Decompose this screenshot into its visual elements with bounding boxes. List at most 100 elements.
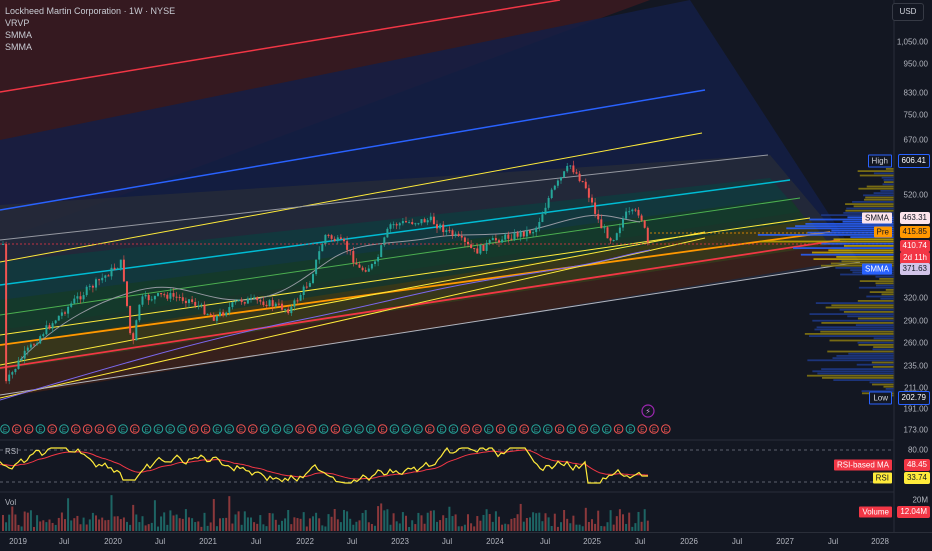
volume-profile-row (875, 275, 894, 278)
volume-bar (538, 512, 541, 531)
candle-body (581, 181, 584, 183)
volume-bar (79, 524, 82, 531)
volume-bar (14, 514, 17, 531)
volume-profile-row (885, 388, 894, 390)
earnings-marker-letter: E (62, 428, 66, 434)
volume-bar (522, 521, 525, 531)
volume-bar (622, 514, 624, 531)
candle-body (237, 299, 240, 302)
volume-bar (640, 521, 643, 531)
volume-bar (246, 517, 249, 531)
candle-body (228, 307, 231, 313)
indicator-smma-2[interactable]: SMMA (5, 41, 175, 53)
volume-tag: Volume (859, 506, 892, 518)
rsi-pane-label[interactable]: RSI (5, 447, 18, 456)
volume-bar (448, 506, 451, 531)
volume-bar (91, 512, 94, 531)
price-tick: 320.00 (903, 293, 928, 303)
candle-body (584, 181, 587, 189)
volume-profile-row (806, 374, 894, 377)
volume-bar (401, 512, 404, 531)
volume-bar (129, 524, 132, 531)
indicator-smma-1[interactable]: SMMA (5, 29, 175, 41)
earnings-marker-letter: E (74, 428, 78, 434)
volume-profile-row (857, 170, 894, 172)
volume-profile-row (859, 174, 894, 177)
candle-body (330, 235, 333, 239)
volume-bar (525, 518, 528, 531)
earnings-marker-letter: E (357, 428, 361, 434)
candle-body (476, 248, 479, 254)
volume-profile-row (821, 322, 894, 324)
candle-body (312, 274, 314, 284)
candle-body (11, 372, 14, 375)
time-axis-label: Jul (441, 537, 453, 546)
volume-bar (473, 526, 476, 531)
volume-profile-row (883, 181, 894, 183)
time-axis-label: Jul (827, 537, 839, 546)
earnings-marker-letter: E (451, 428, 455, 434)
volume-bar (308, 518, 311, 531)
volume-bar (507, 524, 510, 531)
candle-body (85, 286, 88, 296)
candle-body (544, 207, 547, 215)
candle-body (181, 297, 184, 301)
candle-body (470, 244, 473, 249)
volume-bar (445, 517, 448, 531)
price-chart-canvas[interactable]: EEEEEEEEEEEEEEEEEEEEEEEEEEEEEEEEEEEEEEEE… (0, 0, 932, 550)
candle-body (349, 249, 352, 252)
candle-body (308, 283, 311, 287)
earnings-marker-letter: E (404, 428, 408, 434)
volume-bar (271, 513, 274, 531)
candle-body (39, 336, 42, 344)
candle-body (374, 261, 376, 264)
smma-fast-tag: SMMA (862, 212, 892, 224)
chart-title[interactable]: Lockheed Martin Corporation · 1W · NYSE (5, 5, 175, 17)
volume-bar (398, 523, 401, 531)
volume-profile-row (817, 372, 894, 375)
volume-bar (451, 516, 454, 531)
volume-bar (36, 515, 39, 531)
time-axis[interactable]: 2019 Jul 2020 Jul 2021 Jul 2022 Jul 2023 Jul 2024 J… (0, 532, 932, 551)
indicator-vrvp[interactable]: VRVP (5, 17, 175, 29)
time-axis-label: 2024 (486, 537, 504, 546)
volume-bar (147, 524, 150, 531)
candle-body (318, 251, 321, 260)
volume-bar (250, 517, 252, 531)
volume-bar (88, 519, 91, 531)
volume-profile-row (833, 238, 894, 241)
candle-body (377, 256, 380, 262)
volume-profile-row (812, 370, 894, 373)
candle-body (498, 240, 500, 243)
candle-body (277, 303, 280, 305)
volume-bar (417, 512, 420, 531)
volume-bar (383, 510, 386, 531)
earnings-marker-letter: E (333, 428, 337, 434)
volume-bar (603, 526, 606, 531)
candle-body (163, 294, 166, 296)
volume-bar (188, 517, 190, 531)
candle-body (414, 223, 417, 225)
volume-pane-label[interactable]: Vol (5, 498, 16, 507)
earnings-marker-letter: E (97, 428, 101, 434)
earnings-marker-letter: E (534, 428, 538, 434)
candle-body (451, 230, 454, 236)
candle-body (432, 216, 435, 225)
volume-bar (389, 524, 392, 531)
volume-bar (463, 524, 466, 531)
volume-profile-row (816, 326, 894, 329)
earnings-marker-letter: E (510, 428, 514, 434)
volume-bar (85, 524, 88, 531)
volume-bar (553, 513, 556, 531)
price-tick: 950.00 (903, 59, 928, 69)
volume-bar (281, 520, 283, 531)
volume-bar (575, 524, 578, 531)
svg-text:⚡: ⚡ (645, 407, 651, 416)
volume-bar (618, 509, 621, 531)
rsi-value: 33.74 (903, 472, 930, 484)
volume-bar (119, 519, 122, 531)
candle-body (646, 227, 649, 243)
candle-body (405, 221, 407, 223)
volume-bar (95, 515, 97, 531)
candle-body (336, 237, 339, 242)
